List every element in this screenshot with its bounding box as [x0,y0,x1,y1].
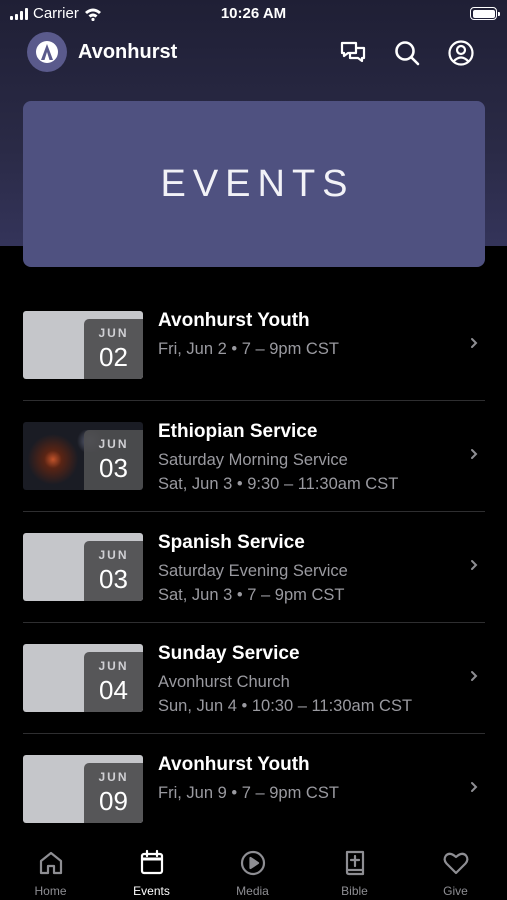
tab-home[interactable]: Home [0,836,101,900]
events-hero-banner: EVENTS [23,101,485,267]
tab-label: Events [133,884,170,898]
event-thumbnail: JUN 02 [23,311,143,379]
event-thumbnail: JUN 04 [23,644,143,712]
date-badge: JUN 03 [84,541,143,601]
event-datetime: Sat, Jun 3 • 7 – 9pm CST [158,586,345,604]
event-row[interactable]: JUN 09 Avonhurst Youth Fri, Jun 9 • 7 – … [0,734,507,845]
bible-icon [345,850,365,876]
tab-give[interactable]: Give [405,836,506,900]
date-badge: JUN 03 [84,430,143,490]
date-badge: JUN 09 [84,763,143,823]
events-list: JUN 02 Avonhurst Youth Fri, Jun 2 • 7 – … [0,290,507,845]
play-icon [240,850,266,876]
chevron-right-icon [471,560,478,570]
chevron-right-icon [471,338,478,348]
chevron-right-icon [471,671,478,681]
event-month: JUN [98,437,129,451]
event-title: Avonhurst Youth [158,754,310,775]
event-title: Sunday Service [158,643,300,664]
event-datetime: Sun, Jun 4 • 10:30 – 11:30am CST [158,697,413,715]
event-month: JUN [98,659,129,673]
tab-media[interactable]: Media [202,836,303,900]
event-day: 02 [99,342,128,372]
chevron-right-icon [471,449,478,459]
event-row[interactable]: JUN 04 Sunday Service Avonhurst Church S… [0,623,507,734]
date-badge: JUN 02 [84,319,143,379]
event-datetime: Sat, Jun 3 • 9:30 – 11:30am CST [158,475,399,493]
event-month: JUN [98,326,129,340]
chevron-right-icon [471,782,478,792]
event-row[interactable]: JUN 03 Ethiopian Service Saturday Mornin… [0,401,507,512]
event-title: Avonhurst Youth [158,310,310,331]
event-datetime: Fri, Jun 2 • 7 – 9pm CST [158,340,339,358]
event-datetime: Fri, Jun 9 • 7 – 9pm CST [158,784,339,802]
tab-label: Home [34,884,67,898]
heart-icon [443,852,469,875]
chat-icon[interactable] [338,38,368,68]
tab-bar: Home Events Media Bible Give [0,836,507,900]
hero-title: EVENTS [160,162,355,205]
tab-bible[interactable]: Bible [304,836,405,900]
event-day: 04 [99,675,128,705]
event-row[interactable]: JUN 03 Spanish Service Saturday Evening … [0,512,507,623]
app-logo[interactable] [27,32,67,72]
battery-icon [470,7,500,20]
event-title: Spanish Service [158,532,305,553]
event-thumbnail: JUN 03 [23,533,143,601]
profile-icon[interactable] [446,38,476,68]
logo-mark-icon [36,41,58,63]
status-time: 10:26 AM [220,5,287,22]
tab-events[interactable]: Events [101,836,202,900]
tab-label: Bible [341,884,368,898]
event-month: JUN [98,770,129,784]
search-icon[interactable] [392,38,422,68]
event-thumbnail: JUN 03 [23,422,143,490]
event-day: 03 [99,453,128,483]
event-row[interactable]: JUN 02 Avonhurst Youth Fri, Jun 2 • 7 – … [0,290,507,401]
event-day: 03 [99,564,128,594]
tab-label: Media [236,884,269,898]
calendar-icon [140,849,164,875]
tab-label: Give [443,884,468,898]
event-title: Ethiopian Service [158,421,318,442]
event-day: 09 [99,786,128,816]
event-subtitle: Saturday Morning Service [158,451,348,469]
date-badge: JUN 04 [84,652,143,712]
event-month: JUN [98,548,129,562]
status-bar: Carrier 10:26 AM [0,0,507,30]
home-icon [39,851,63,875]
event-subtitle: Saturday Evening Service [158,562,348,580]
event-subtitle: Avonhurst Church [158,673,290,691]
app-name: Avonhurst [78,41,178,63]
event-thumbnail: JUN 09 [23,755,143,823]
app-header: Avonhurst [0,30,507,76]
